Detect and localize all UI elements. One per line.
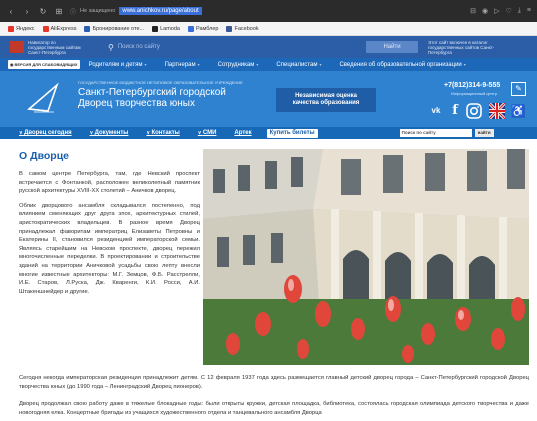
eye-icon: ◉	[10, 62, 14, 67]
edit-icon[interactable]: ✎	[511, 82, 526, 96]
paragraph-1: В самом центре Петербурга, там, где Невс…	[19, 171, 200, 195]
forward-icon[interactable]: ›	[22, 7, 32, 16]
aliexpress-icon	[42, 25, 49, 32]
site-search-button[interactable]: найти	[474, 129, 494, 137]
download-icon[interactable]: ⤓	[518, 7, 521, 15]
nav-staff[interactable]: Сотрудникам	[209, 62, 268, 68]
back-icon[interactable]: ‹	[6, 7, 16, 16]
org-type-subline: ГОСУДАРСТВЕННОЕ БЮДЖЕТНОЕ НЕТИПОВОЕ ОБРА…	[78, 80, 243, 85]
nav-palace-today[interactable]: Дворец сегодня	[10, 130, 81, 136]
bookmark-aliexpress[interactable]: AliExpress	[42, 25, 76, 32]
palace-logo-icon[interactable]	[26, 79, 60, 117]
rambler-icon	[187, 25, 194, 32]
bookmark-booking[interactable]: Бронирование оте...	[84, 25, 144, 32]
lamoda-icon	[152, 25, 159, 32]
camera-icon[interactable]: ◉	[482, 7, 488, 15]
spb-coat-of-arms-icon	[10, 41, 24, 53]
bookmark-yandex[interactable]: Яндекс	[8, 25, 35, 32]
nav-specialists[interactable]: Специалистам	[267, 62, 330, 68]
vk-icon[interactable]: vk	[427, 102, 445, 120]
independent-line-2: качества образования	[292, 100, 360, 106]
accessibility-icon[interactable]: ♿	[509, 102, 527, 120]
site-search-input[interactable]: Поиск по сайту	[399, 129, 472, 137]
gov-header: Навигатор по государственным сайтам Санк…	[0, 36, 537, 58]
paragraph-3: Сегодня некогда императорская резиденция…	[19, 375, 529, 390]
facebook-icon[interactable]: f	[446, 102, 464, 120]
palace-photo	[203, 149, 529, 365]
top-nav: ◉ ВЕРСИЯ ДЛЯ СЛАБОВИДЯЩИХ Родителям и де…	[0, 58, 537, 71]
yandex-icon	[8, 25, 14, 32]
phone-number[interactable]: +7(812)314-9-555	[444, 82, 500, 89]
intro-text: В самом центре Петербурга, там, где Невс…	[19, 170, 200, 302]
send-icon[interactable]: ▷	[494, 7, 499, 15]
nav-contacts[interactable]: Контакты	[137, 130, 188, 136]
site-header-banner: ГОСУДАРСТВЕННОЕ БЮДЖЕТНОЕ НЕТИПОВОЕ ОБРА…	[0, 71, 537, 127]
site-title-line-2: Дворец творчества юных	[78, 98, 195, 109]
url-text[interactable]: www.anichkov.ru/page/about	[119, 7, 202, 15]
nav-media[interactable]: СМИ	[189, 130, 226, 136]
tabs-grid-icon[interactable]: ⊞	[54, 7, 64, 16]
buy-tickets-button[interactable]: Купить билеты	[266, 128, 318, 138]
secondary-nav: Дворец сегодня Документы Контакты СМИ Ар…	[0, 127, 537, 139]
nav-artek[interactable]: Артек	[225, 130, 260, 136]
bookmark-rambler[interactable]: Рамблер	[187, 25, 218, 32]
address-bar[interactable]: ⓘ Не защищено www.anichkov.ru/page/about	[70, 4, 464, 18]
nav-documents[interactable]: Документы	[81, 130, 138, 136]
search-icon: ⚲	[108, 42, 114, 52]
info-icon[interactable]: ⓘ	[70, 7, 76, 16]
phone-caption: Информационный центр	[451, 91, 497, 96]
english-flag-icon[interactable]	[487, 101, 507, 121]
booking-icon	[84, 25, 91, 32]
site-title-line-1: Санкт-Петербургский городской	[78, 87, 226, 98]
gov-search-field[interactable]: ⚲ Поиск по сайту	[108, 41, 338, 53]
bookmarks-bar: Яндекс AliExpress Бронирование оте... La…	[0, 22, 537, 36]
nav-org-info[interactable]: Сведения об образовательной организации	[330, 62, 474, 68]
paragraph-2: Облик дворцового ансамбля складывался по…	[19, 202, 200, 295]
gov-find-button[interactable]: Найти	[366, 41, 418, 53]
nav-parents-children[interactable]: Родителям и детям	[80, 62, 156, 68]
page-title: О Дворце	[19, 150, 70, 162]
nav-partners[interactable]: Партнерам	[156, 62, 209, 68]
gov-navigator-link[interactable]: Навигатор по государственным сайтам Санк…	[28, 40, 90, 55]
site-title[interactable]: Санкт-Петербургский городской Дворец тво…	[78, 87, 226, 109]
bookmark-lamoda[interactable]: Lamoda	[152, 25, 180, 32]
vision-impaired-button[interactable]: ◉ ВЕРСИЯ ДЛЯ СЛАБОВИДЯЩИХ	[8, 60, 80, 69]
independent-line-1: Независимая оценка	[295, 93, 357, 99]
browser-toolbar: ‹ › ↻ ⊞ ⓘ Не защищено www.anichkov.ru/pa…	[0, 0, 537, 22]
bookmarks-icon[interactable]: ⊟	[470, 7, 476, 15]
insecure-label: Не защищено	[80, 8, 116, 14]
independent-assessment-banner[interactable]: Независимая оценка качества образования	[276, 88, 376, 112]
reload-icon[interactable]: ↻	[38, 7, 48, 16]
gov-search-input[interactable]: Поиск по сайту	[118, 44, 160, 50]
menu-icon[interactable]: ≡	[527, 7, 531, 15]
facebook-icon	[226, 25, 233, 32]
bookmark-facebook[interactable]: Facebook	[226, 25, 259, 32]
heart-icon[interactable]: ♡	[506, 7, 512, 15]
paragraph-4: Дворец продолжал свою работу даже в тяже…	[19, 401, 529, 416]
instagram-icon[interactable]	[465, 102, 483, 120]
gov-catalog-note[interactable]: Этот сайт включен в каталог государствен…	[428, 40, 498, 55]
